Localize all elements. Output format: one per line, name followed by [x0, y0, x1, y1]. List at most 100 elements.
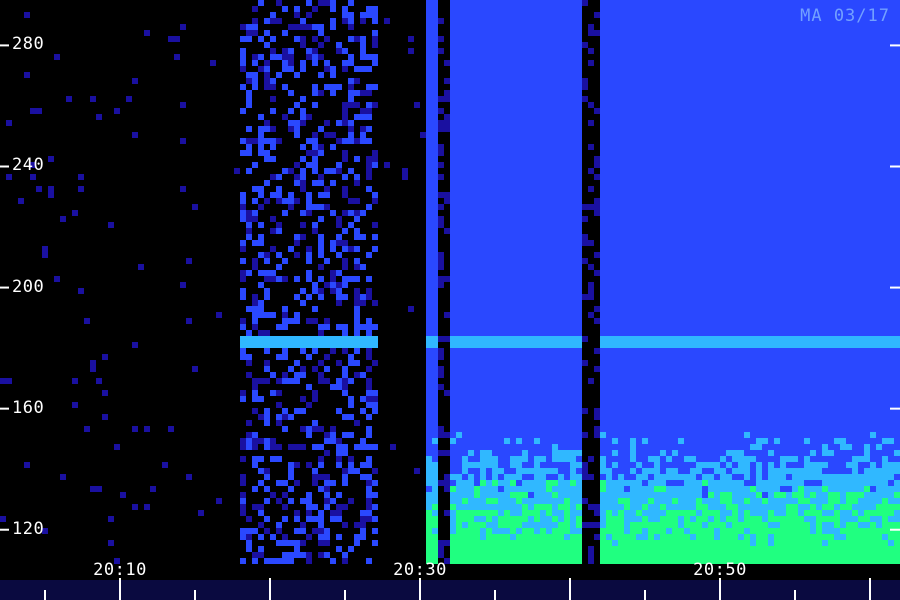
heat-cell — [330, 180, 336, 186]
heat-cell — [654, 42, 660, 48]
heat-cell — [252, 336, 258, 342]
heat-cell — [624, 468, 630, 474]
heat-cell — [426, 528, 432, 534]
heat-cell — [576, 192, 582, 198]
heat-cell — [486, 264, 492, 270]
heat-cell — [678, 504, 684, 510]
heat-cell — [606, 30, 612, 36]
heat-cell — [276, 354, 282, 360]
heat-cell — [312, 336, 318, 342]
heat-cell — [318, 456, 324, 462]
heat-cell — [252, 258, 258, 264]
heat-cell — [636, 486, 642, 492]
heat-cell — [342, 264, 348, 270]
heat-cell — [576, 402, 582, 408]
heat-cell — [426, 270, 432, 276]
heat-cell — [492, 54, 498, 60]
heat-cell — [678, 138, 684, 144]
heat-cell — [648, 498, 654, 504]
heat-cell — [684, 168, 690, 174]
heat-cell — [258, 222, 264, 228]
heat-cell — [558, 186, 564, 192]
heat-cell — [522, 102, 528, 108]
heat-cell — [528, 54, 534, 60]
heat-cell — [486, 198, 492, 204]
heat-cell — [324, 366, 330, 372]
heat-cell — [252, 390, 258, 396]
heat-cell — [606, 414, 612, 420]
heat-cell — [570, 456, 576, 462]
heat-cell — [630, 282, 636, 288]
heat-cell — [702, 318, 708, 324]
heat-cell — [474, 198, 480, 204]
heat-cell — [474, 180, 480, 186]
heat-cell — [456, 300, 462, 306]
heat-cell — [312, 228, 318, 234]
heat-cell — [600, 438, 606, 444]
heat-cell — [696, 342, 702, 348]
heat-cell — [684, 402, 690, 408]
heat-cell — [696, 174, 702, 180]
heat-cell — [276, 336, 282, 342]
heat-cell — [552, 486, 558, 492]
heat-cell — [666, 522, 672, 528]
heat-cell — [618, 498, 624, 504]
heat-cell — [570, 450, 576, 456]
heat-cell — [642, 468, 648, 474]
heat-cell — [588, 504, 594, 510]
heat-cell — [426, 252, 432, 258]
heat-cell — [642, 504, 648, 510]
heat-cell — [636, 24, 642, 30]
heat-cell — [264, 414, 270, 420]
heat-cell — [468, 420, 474, 426]
heat-cell — [684, 234, 690, 240]
heat-cell — [576, 366, 582, 372]
heat-cell — [336, 168, 342, 174]
heat-cell — [474, 426, 480, 432]
heat-cell — [642, 18, 648, 24]
heat-cell — [630, 528, 636, 534]
heat-cell — [474, 0, 480, 6]
heat-cell — [630, 90, 636, 96]
heat-cell — [276, 324, 282, 330]
heat-cell — [672, 234, 678, 240]
heat-cell — [504, 486, 510, 492]
heat-cell — [456, 414, 462, 420]
heat-cell — [636, 468, 642, 474]
heat-cell — [486, 186, 492, 192]
heat-cell — [360, 324, 366, 330]
heat-cell — [576, 276, 582, 282]
heat-cell — [456, 0, 462, 6]
heat-cell — [576, 444, 582, 450]
heat-cell — [624, 342, 630, 348]
heat-cell — [516, 78, 522, 84]
heat-cell — [558, 318, 564, 324]
heat-cell — [504, 204, 510, 210]
heat-cell — [594, 204, 600, 210]
heat-cell — [690, 24, 696, 30]
heat-cell — [576, 546, 582, 552]
heat-cell — [558, 144, 564, 150]
heat-cell — [546, 450, 552, 456]
heat-cell — [462, 126, 468, 132]
heat-cell — [636, 318, 642, 324]
heat-cell — [522, 60, 528, 66]
heat-cell — [570, 546, 576, 552]
heat-cell — [456, 456, 462, 462]
heat-cell — [636, 504, 642, 510]
heat-cell — [516, 84, 522, 90]
heat-cell — [678, 132, 684, 138]
heat-cell — [468, 24, 474, 30]
heat-cell — [522, 138, 528, 144]
heat-cell — [684, 516, 690, 522]
heat-cell — [678, 408, 684, 414]
heat-cell — [240, 528, 246, 534]
heat-cell — [672, 528, 678, 534]
heat-cell — [618, 330, 624, 336]
heat-cell — [558, 414, 564, 420]
heat-cell — [576, 198, 582, 204]
heat-cell — [618, 516, 624, 522]
heat-cell — [528, 72, 534, 78]
heat-cell — [492, 96, 498, 102]
heat-cell — [294, 180, 300, 186]
